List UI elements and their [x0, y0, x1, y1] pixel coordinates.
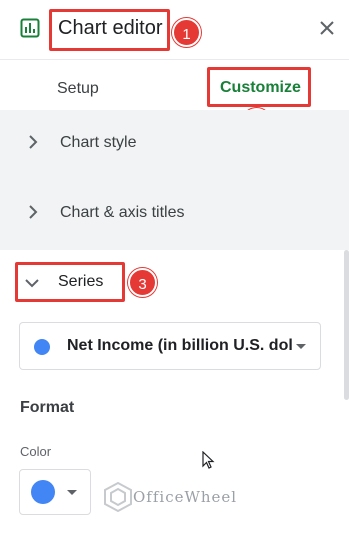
chevron-down-icon[interactable] [25, 276, 39, 290]
mouse-cursor-icon [202, 451, 215, 469]
tab-customize[interactable]: Customize [220, 79, 301, 97]
color-dropdown-arrow-icon [67, 490, 77, 495]
section-chart-axis-titles[interactable]: Chart & axis titles [60, 204, 184, 222]
page-title: Chart editor [58, 17, 163, 39]
step-badge-3: 3 [128, 268, 157, 297]
color-label: Color [20, 444, 52, 459]
close-icon[interactable] [318, 19, 336, 37]
dropdown-arrow-icon [296, 344, 306, 349]
selected-color-swatch [31, 480, 55, 504]
step-badge-1: 1 [172, 18, 201, 47]
series-select-value: Net Income (in billion U.S. doll [67, 337, 292, 354]
watermark-text: OfficeWheel [133, 488, 238, 506]
officewheel-logo [104, 482, 132, 512]
section-chart-style[interactable]: Chart style [60, 134, 136, 152]
color-picker-button[interactable] [19, 469, 91, 515]
section-series[interactable]: Series [58, 273, 103, 291]
series-color-dot [34, 339, 50, 355]
chevron-right-icon[interactable] [26, 205, 40, 219]
chevron-right-icon[interactable] [26, 135, 40, 149]
collapsed-sections [0, 110, 349, 250]
format-heading: Format [20, 399, 75, 416]
tab-setup[interactable]: Setup [57, 80, 99, 98]
scrollbar[interactable] [344, 250, 349, 400]
bar-chart-icon [20, 18, 40, 38]
